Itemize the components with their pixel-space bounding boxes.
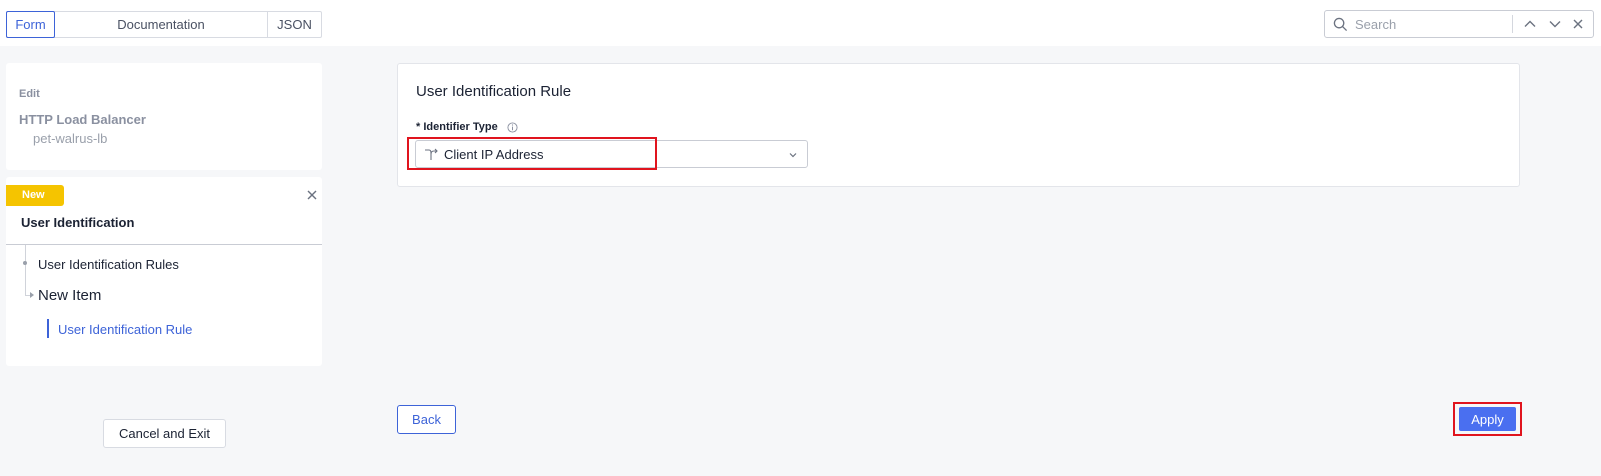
object-name: pet-walrus-lb (33, 131, 108, 146)
cancel-and-exit-button[interactable]: Cancel and Exit (103, 419, 226, 448)
tab-documentation[interactable]: Documentation (55, 12, 268, 37)
chevron-down-icon[interactable] (1547, 16, 1563, 32)
top-bar: Form Documentation JSON (0, 0, 1601, 46)
form-title: User Identification Rule (416, 83, 572, 100)
chevron-down-icon (789, 153, 797, 158)
info-icon[interactable] (507, 122, 518, 133)
nav-user-identification-rules[interactable]: User Identification Rules (38, 257, 179, 272)
object-type: HTTP Load Balancer (19, 112, 146, 127)
section-nav-card: New User Identification User Identificat… (6, 177, 322, 366)
tree-dot (23, 261, 27, 265)
nav-new-item[interactable]: New Item (38, 287, 101, 304)
tab-json[interactable]: JSON (268, 12, 321, 37)
active-indicator (47, 319, 49, 338)
search-separator (1512, 15, 1513, 33)
back-button[interactable]: Back (397, 405, 456, 434)
section-divider (6, 244, 322, 245)
search-input[interactable] (1355, 14, 1505, 34)
new-badge: New (6, 185, 64, 206)
rule-form-card: User Identification Rule * Identifier Ty… (397, 63, 1520, 187)
apply-button[interactable]: Apply (1459, 407, 1516, 431)
nav-user-identification-rule[interactable]: User Identification Rule (58, 322, 192, 337)
search-icon (1333, 17, 1348, 32)
chevron-up-icon[interactable] (1522, 16, 1538, 32)
object-header-card: Edit HTTP Load Balancer pet-walrus-lb (6, 63, 322, 170)
tree-line (25, 245, 26, 296)
highlight-apply: Apply (1453, 402, 1522, 436)
search-box (1324, 10, 1594, 38)
close-icon[interactable] (1570, 16, 1586, 32)
view-tabs: Form Documentation JSON (6, 11, 322, 38)
identifier-type-value: Client IP Address (444, 147, 544, 162)
identifier-type-label: * Identifier Type (416, 121, 498, 133)
merge-icon (425, 148, 438, 160)
identifier-type-select[interactable]: Client IP Address (415, 140, 808, 168)
edit-label: Edit (19, 88, 40, 100)
close-section-icon[interactable] (306, 189, 318, 201)
tree-arrow-icon (30, 292, 34, 298)
section-title: User Identification (21, 215, 135, 230)
tab-form[interactable]: Form (6, 11, 55, 38)
